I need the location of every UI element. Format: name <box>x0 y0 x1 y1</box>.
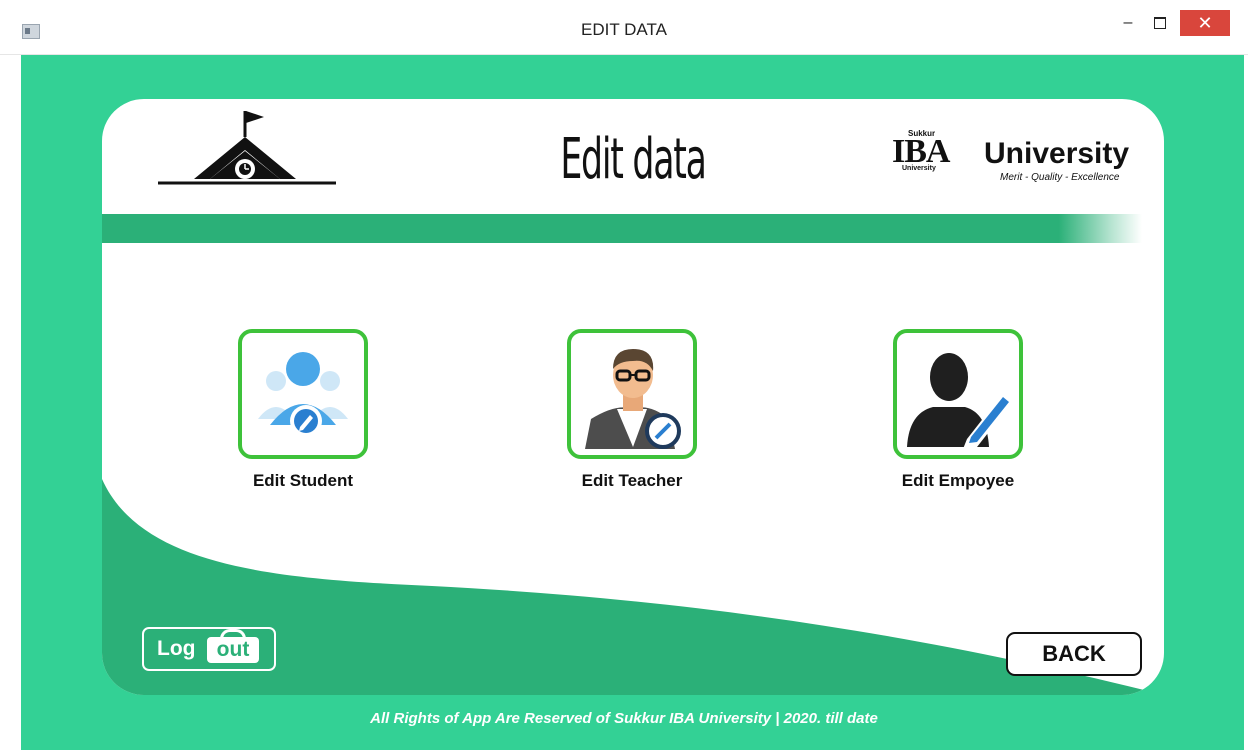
logout-label-right: out <box>207 637 259 663</box>
logout-button[interactable]: Log out <box>142 627 276 671</box>
iba-university-logo: IBA Sukkur University University Merit -… <box>888 127 1148 187</box>
green-header-stripe <box>102 214 1142 243</box>
window-title: EDIT DATA <box>581 20 667 39</box>
university-tagline: Merit - Quality - Excellence <box>1000 172 1120 183</box>
edit-student-icon <box>258 352 348 437</box>
maximize-button[interactable] <box>1145 10 1175 36</box>
edit-student-button[interactable] <box>238 329 368 459</box>
iba-small-bottom: University <box>902 165 936 172</box>
page-heading: Edit data <box>560 127 707 192</box>
title-bar: EDIT DATA – ✕ <box>0 0 1248 55</box>
university-name: University <box>984 137 1130 170</box>
edit-teacher-icon <box>585 349 681 449</box>
maximize-icon <box>1154 16 1166 29</box>
iba-small-top: Sukkur <box>908 129 936 138</box>
edit-employee-button[interactable] <box>893 329 1023 459</box>
edit-teacher-label[interactable]: Edit Teacher <box>532 471 732 491</box>
edit-student-label[interactable]: Edit Student <box>203 471 403 491</box>
footer-copyright: All Rights of App Are Reserved of Sukkur… <box>370 710 878 727</box>
close-button[interactable]: ✕ <box>1180 10 1230 36</box>
main-card: Edit data IBA Sukkur University Universi… <box>102 99 1164 695</box>
edit-employee-label[interactable]: Edit Empoyee <box>858 471 1058 491</box>
logout-label-left: Log <box>157 637 196 660</box>
back-button[interactable]: BACK <box>1006 632 1142 676</box>
edit-employee-icon <box>907 353 1013 449</box>
edit-teacher-button[interactable] <box>567 329 697 459</box>
minimize-button[interactable]: – <box>1113 10 1143 36</box>
